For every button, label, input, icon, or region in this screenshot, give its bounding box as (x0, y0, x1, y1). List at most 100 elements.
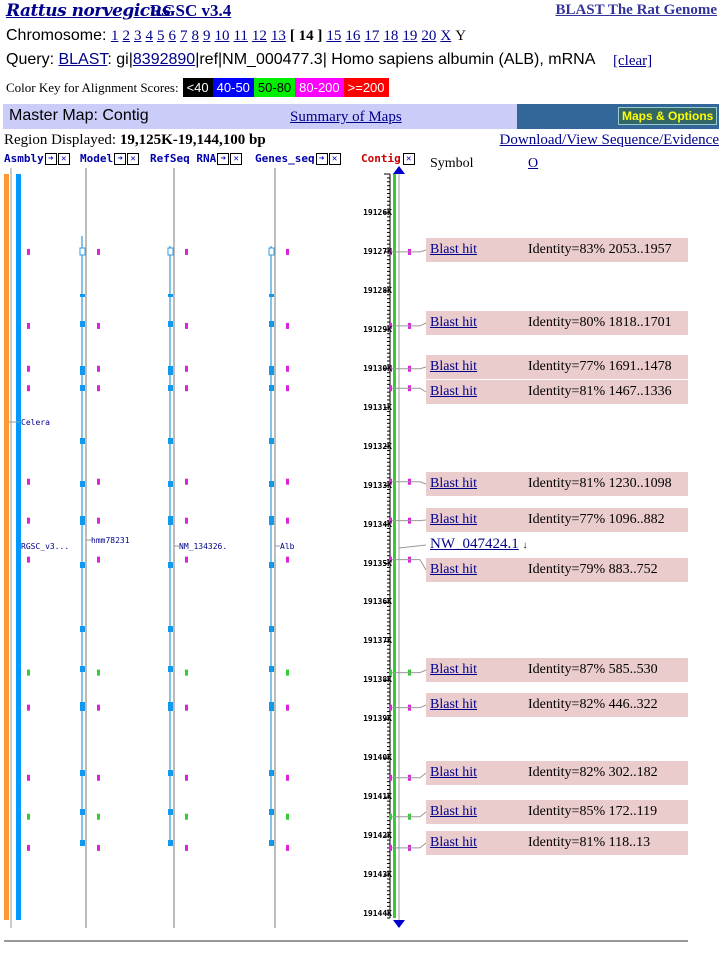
gene-exon (269, 516, 274, 525)
blast-hit-marker (185, 248, 188, 255)
ruler-tick-label: 19131K (363, 402, 392, 412)
blast-hit-link[interactable]: Blast hit (430, 512, 528, 528)
gene-exon (168, 438, 173, 444)
ruler-tick-label: 19128K (363, 285, 392, 295)
blast-hit-marker (286, 774, 289, 781)
blast-hit-marker (185, 669, 188, 676)
blast-hit-marker (286, 385, 289, 392)
blast-hit-link[interactable]: Blast hit (430, 562, 528, 578)
blast-hit-marker (27, 517, 30, 524)
blast-hit-marker (185, 844, 188, 851)
ruler-tick-label: 19134K (363, 519, 392, 529)
contig-hit-marker (389, 385, 392, 392)
gene-exon (168, 702, 173, 711)
blast-hit-link[interactable]: Blast hit (430, 835, 528, 851)
blast-hit-link[interactable]: Blast hit (430, 359, 528, 375)
gene-exon (80, 366, 85, 375)
contig-link[interactable]: NW_047424.1 (430, 536, 519, 552)
gene-exon (269, 626, 274, 632)
contig-hit-marker (389, 844, 392, 851)
gene-utr-exon (268, 247, 275, 256)
hit-identity: Identity=77% 1691..1478 (528, 359, 672, 374)
blast-hit-marker (97, 517, 100, 524)
gene-exon (269, 366, 274, 375)
gene-utr-exon (167, 247, 174, 256)
scroll-up-icon[interactable] (393, 166, 405, 174)
blast-hit-link[interactable]: Blast hit (430, 662, 528, 678)
feature-label-refseq[interactable]: NM_134326. (179, 542, 227, 551)
ruler-tick-label: 19144K (363, 909, 392, 919)
hit-identity: Identity=83% 2053..1957 (528, 242, 672, 257)
blast-hit-marker (97, 774, 100, 781)
gene-exon (80, 770, 85, 776)
blast-hit-marker (97, 844, 100, 851)
blast-hit-marker (286, 248, 289, 255)
blast-hit-marker (185, 517, 188, 524)
blast-hit-link[interactable]: Blast hit (430, 476, 528, 492)
blast-hit-marker (97, 322, 100, 329)
hit-identity: Identity=81% 1230..1098 (528, 476, 672, 491)
gene-exon (80, 840, 85, 846)
blast-hit-marker (185, 322, 188, 329)
blast-hit-marker (185, 704, 188, 711)
gene-exon (80, 438, 85, 444)
gene-exon (80, 702, 85, 711)
blast-hit-marker (97, 365, 100, 372)
gene-exon (80, 516, 85, 525)
ruler-tick-label: 19139K (363, 714, 392, 724)
blast-hit-row: Blast hit Identity=81% 118..13 (426, 831, 688, 855)
gene-exon (80, 562, 85, 568)
gene-exon (168, 321, 173, 327)
gene-exon (168, 840, 173, 846)
gene-exon (168, 562, 173, 568)
blast-hit-marker (97, 704, 100, 711)
blast-hit-marker (27, 322, 30, 329)
contig-hit-marker (389, 774, 392, 781)
blast-hit-link[interactable]: Blast hit (430, 697, 528, 713)
gene-exon (80, 294, 85, 297)
blast-hit-marker (27, 385, 30, 392)
gene-exon (269, 770, 274, 776)
gene-exon (168, 385, 173, 391)
down-arrow-icon[interactable]: ↓ (523, 540, 528, 551)
blast-hit-marker (27, 365, 30, 372)
blast-hit-link[interactable]: Blast hit (430, 804, 528, 820)
gene-exon (80, 626, 85, 632)
gene-exon (168, 481, 173, 487)
hit-identity: Identity=82% 302..182 (528, 765, 658, 780)
blast-hit-marker (185, 478, 188, 485)
blast-hit-link[interactable]: Blast hit (430, 384, 528, 400)
gene-exon (269, 438, 274, 444)
scroll-down-icon[interactable] (393, 920, 405, 928)
gene-exon (269, 321, 274, 327)
ruler-tick-label: 19142K (363, 831, 392, 841)
blast-hit-link[interactable]: Blast hit (430, 765, 528, 781)
hit-identity: Identity=87% 585..530 (528, 662, 658, 677)
ruler-tick-label: 19136K (363, 597, 392, 607)
blast-hit-row: Blast hit Identity=82% 446..322 (426, 693, 688, 717)
feature-label-gene[interactable]: Alb (280, 542, 294, 551)
blast-hit-marker (27, 248, 30, 255)
blast-hit-link[interactable]: Blast hit (430, 315, 528, 331)
blast-hit-marker (185, 556, 188, 563)
blast-hit-marker (27, 478, 30, 485)
contig-hit-marker (389, 704, 392, 711)
gene-exon (80, 481, 85, 487)
blast-hit-marker (27, 774, 30, 781)
hit-identity: Identity=79% 883..752 (528, 562, 658, 577)
hit-identity: Identity=81% 118..13 (528, 835, 651, 850)
ruler-tick-label: 19138K (363, 675, 392, 685)
feature-label-celera[interactable]: Celera (21, 418, 50, 427)
blast-hit-marker (286, 322, 289, 329)
ruler-tick-label: 19143K (363, 870, 392, 880)
feature-label-model[interactable]: hmm78231 (91, 536, 130, 545)
gene-exon (269, 562, 274, 568)
blast-hit-marker (97, 385, 100, 392)
feature-label-rgsc[interactable]: RGSC_v3... (21, 542, 69, 551)
gene-exon (80, 809, 85, 815)
ruler-tick-label: 19135K (363, 558, 392, 568)
gene-exon (168, 770, 173, 776)
blast-hit-link[interactable]: Blast hit (430, 242, 528, 258)
gene-exon (269, 385, 274, 391)
blast-hit-marker (286, 813, 289, 820)
